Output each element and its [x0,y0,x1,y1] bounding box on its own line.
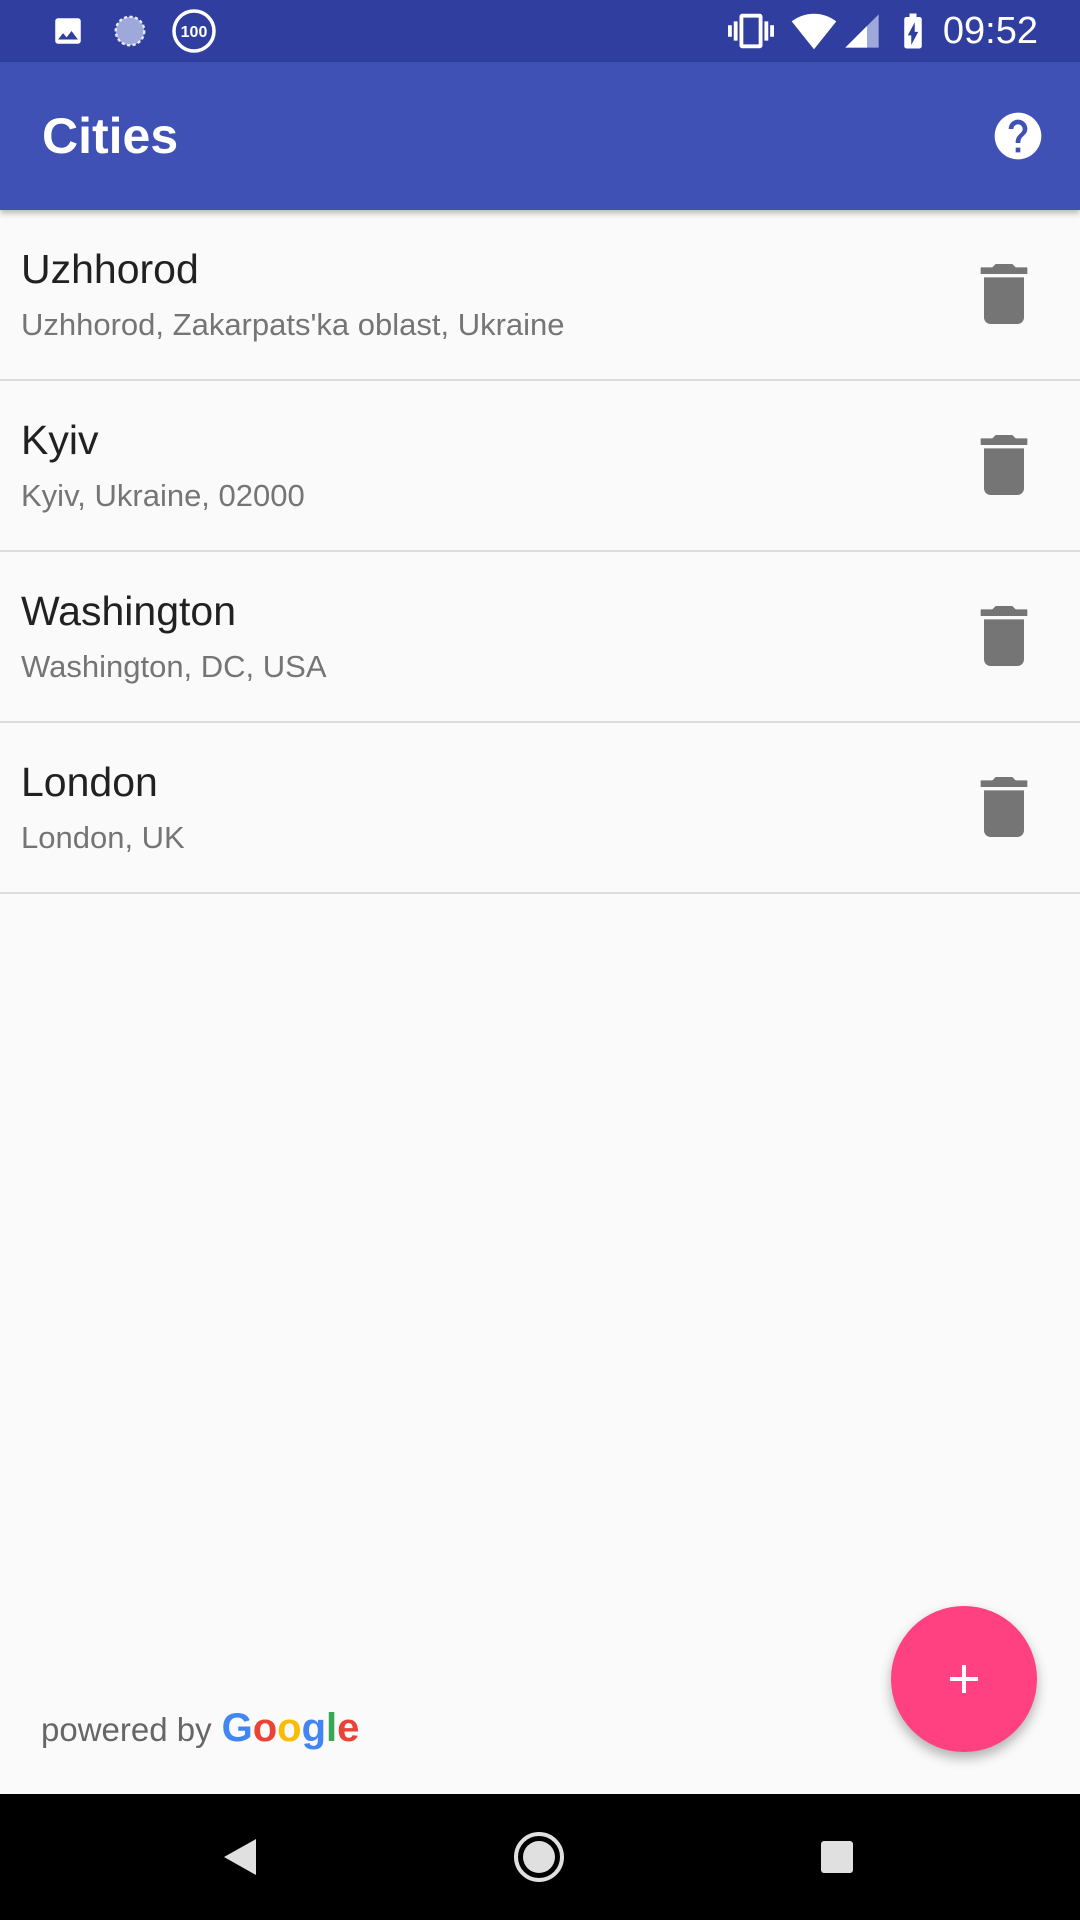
help-button[interactable] [986,104,1050,168]
app-bar: Cities [0,62,1080,210]
home-icon [514,1832,564,1882]
city-address: Uzhhorod, Zakarpats'ka oblast, Ukraine [21,307,565,342]
google-logo-letter: G [221,1706,253,1750]
city-name: Kyiv [21,417,99,463]
navigation-bar [0,1794,1080,1920]
recents-icon [821,1841,853,1873]
list-item[interactable]: Uzhhorod Uzhhorod, Zakarpats'ka oblast, … [0,210,1080,381]
delete-button[interactable] [972,433,1036,497]
svg-text:100: 100 [181,24,208,41]
google-logo-letter: e [337,1706,360,1750]
add-icon [950,1665,978,1693]
help-icon [994,112,1042,160]
city-address: London, UK [21,820,185,855]
add-city-button[interactable] [891,1606,1037,1752]
sync-icon [110,0,150,62]
back-button[interactable] [200,1817,280,1897]
vibrate-icon [727,0,775,62]
city-address: Kyiv, Ukraine, 02000 [21,478,305,513]
trash-icon [980,606,1028,666]
home-button[interactable] [499,1817,579,1897]
powered-by-text: powered by [41,1711,212,1748]
city-name: Washington [21,588,236,634]
list-item[interactable]: Washington Washington, DC, USA [0,552,1080,723]
city-address: Washington, DC, USA [21,649,327,684]
wifi-icon [790,0,838,62]
battery-saver-100-icon: 100 [170,0,218,62]
trash-icon [980,435,1028,495]
delete-button[interactable] [972,775,1036,839]
signal-icon [842,0,882,62]
google-logo-letter: o [252,1706,278,1750]
status-clock: 09:52 [942,10,1038,52]
google-logo-letter: o [277,1706,302,1750]
image-icon [48,0,88,62]
trash-icon [980,264,1028,324]
battery-charging-icon [892,0,934,62]
google-logo-letter: g [301,1706,327,1750]
status-bar: 100 09:52 [0,0,1080,62]
city-list: Uzhhorod Uzhhorod, Zakarpats'ka oblast, … [0,210,1080,894]
back-icon [224,1839,256,1875]
city-name: Uzhhorod [21,246,199,292]
delete-button[interactable] [972,604,1036,668]
page-title: Cities [42,108,179,164]
google-logo: Google [222,1706,360,1751]
list-item[interactable]: Kyiv Kyiv, Ukraine, 02000 [0,381,1080,552]
delete-button[interactable] [972,262,1036,326]
list-item[interactable]: London London, UK [0,723,1080,894]
recents-button[interactable] [797,1817,877,1897]
city-name: London [21,759,158,805]
trash-icon [980,777,1028,837]
google-logo-letter: l [326,1706,338,1750]
powered-by-google: powered by Google [41,1706,359,1758]
